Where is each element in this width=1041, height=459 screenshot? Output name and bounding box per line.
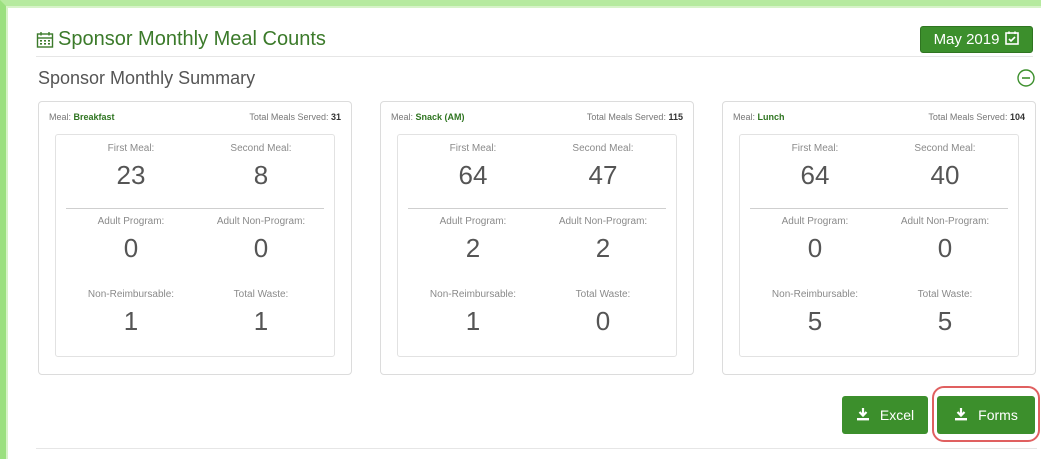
- card-header: Meal: Lunch Total Meals Served: 104: [733, 112, 1025, 122]
- stats-panel: First Meal: 64 Second Meal: 40 Adult Progr…: [739, 134, 1019, 357]
- meal-card-lunch: Meal: Lunch Total Meals Served: 104 Firs…: [722, 101, 1036, 375]
- page-title: Sponsor Monthly Meal Counts: [36, 28, 326, 51]
- stat-non-reimbursable: Non-Reimbursable: 5: [750, 289, 880, 337]
- stat-first-meal: First Meal: 64: [750, 143, 880, 191]
- meal-card-breakfast: Meal: Breakfast Total Meals Served: 31 F…: [38, 101, 352, 375]
- stat-adult-non-program: Adult Non-Program: 2: [538, 216, 668, 264]
- stat-value: 47: [588, 160, 618, 190]
- card-header: Meal: Breakfast Total Meals Served: 31: [49, 112, 341, 122]
- stat-label: Adult Program:: [97, 216, 165, 227]
- stat-value: 1: [253, 306, 269, 336]
- meal-type: Meal: Lunch: [733, 112, 785, 122]
- stat-second-meal: Second Meal: 47: [538, 143, 668, 191]
- meal-type: Meal: Snack (AM): [391, 112, 465, 122]
- footer-divider: [36, 448, 1037, 449]
- stat-first-meal: First Meal: 23: [66, 143, 196, 191]
- stat-value: 1: [465, 306, 481, 336]
- stat-label: Second Meal:: [230, 143, 292, 154]
- stat-label: Adult Non-Program:: [216, 216, 306, 227]
- stat-first-meal: First Meal: 64: [408, 143, 538, 191]
- stat-value: 0: [937, 233, 953, 263]
- month-picker-button[interactable]: May 2019: [920, 26, 1033, 53]
- month-label: May 2019: [933, 31, 1000, 48]
- stat-non-reimbursable: Non-Reimbursable: 1: [66, 289, 196, 337]
- stat-value: 40: [930, 160, 960, 190]
- stat-adult-non-program: Adult Non-Program: 0: [196, 216, 326, 264]
- stat-value: 0: [253, 233, 269, 263]
- stat-adult-non-program: Adult Non-Program: 0: [880, 216, 1010, 264]
- stat-total-waste: Total Waste: 1: [196, 289, 326, 337]
- calendar-icon: [36, 31, 54, 49]
- calendar-check-icon: [1005, 31, 1020, 49]
- stats-divider: [750, 208, 1008, 209]
- stat-value: 0: [123, 233, 139, 263]
- section-title: Sponsor Monthly Summary: [38, 68, 256, 88]
- stat-value: 23: [116, 160, 146, 190]
- total-meals-served: Total Meals Served: 115: [586, 112, 683, 122]
- stat-value: 5: [937, 306, 953, 336]
- meal-card-snack-am: Meal: Snack (AM) Total Meals Served: 115…: [380, 101, 694, 375]
- page-title-text: Sponsor Monthly Meal Counts: [58, 28, 326, 50]
- stat-adult-program: Adult Program: 0: [66, 216, 196, 264]
- stat-value: 0: [807, 233, 823, 263]
- stat-label: Adult Non-Program:: [900, 216, 990, 227]
- stat-label: Total Waste:: [917, 289, 973, 300]
- stat-adult-program: Adult Program: 2: [408, 216, 538, 264]
- meal-type: Meal: Breakfast: [49, 112, 115, 122]
- stat-second-meal: Second Meal: 40: [880, 143, 1010, 191]
- stat-non-reimbursable: Non-Reimbursable: 1: [408, 289, 538, 337]
- stats-panel: First Meal: 23 Second Meal: 8 Adult Progra…: [55, 134, 335, 357]
- stat-adult-program: Adult Program: 0: [750, 216, 880, 264]
- stat-value: 0: [595, 306, 611, 336]
- stat-label: Second Meal:: [914, 143, 976, 154]
- stat-label: Total Waste:: [233, 289, 289, 300]
- stat-label: First Meal:: [791, 143, 839, 154]
- total-meals-served: Total Meals Served: 31: [249, 112, 341, 122]
- stat-total-waste: Total Waste: 0: [538, 289, 668, 337]
- download-icon: [856, 407, 870, 424]
- stat-label: First Meal:: [449, 143, 497, 154]
- stat-value: 1: [123, 306, 139, 336]
- stats-divider: [66, 208, 324, 209]
- stat-second-meal: Second Meal: 8: [196, 143, 326, 191]
- stats-panel: First Meal: 64 Second Meal: 47 Adult Progr…: [397, 134, 677, 357]
- total-meals-served: Total Meals Served: 104: [928, 112, 1025, 122]
- stat-label: Adult Program:: [781, 216, 849, 227]
- stat-value: 2: [595, 233, 611, 263]
- stat-value: 5: [807, 306, 823, 336]
- stat-value: 64: [800, 160, 830, 190]
- stat-total-waste: Total Waste: 5: [880, 289, 1010, 337]
- stat-label: Non-Reimbursable:: [771, 289, 859, 300]
- stat-label: Non-Reimbursable:: [87, 289, 175, 300]
- forms-highlight-ring: [932, 386, 1040, 442]
- stat-label: First Meal:: [107, 143, 155, 154]
- excel-download-button[interactable]: Excel: [842, 396, 928, 434]
- stat-label: Adult Non-Program:: [558, 216, 648, 227]
- minus-circle-icon[interactable]: [1016, 68, 1036, 88]
- stat-label: Second Meal:: [572, 143, 634, 154]
- stat-value: 8: [253, 160, 269, 190]
- stat-value: 2: [465, 233, 481, 263]
- header-divider: [36, 56, 1033, 57]
- excel-label: Excel: [879, 407, 915, 423]
- stat-label: Adult Program:: [439, 216, 507, 227]
- card-header: Meal: Snack (AM) Total Meals Served: 115: [391, 112, 683, 122]
- stats-divider: [408, 208, 666, 209]
- stat-label: Non-Reimbursable:: [429, 289, 517, 300]
- stat-value: 64: [458, 160, 488, 190]
- stat-label: Total Waste:: [575, 289, 631, 300]
